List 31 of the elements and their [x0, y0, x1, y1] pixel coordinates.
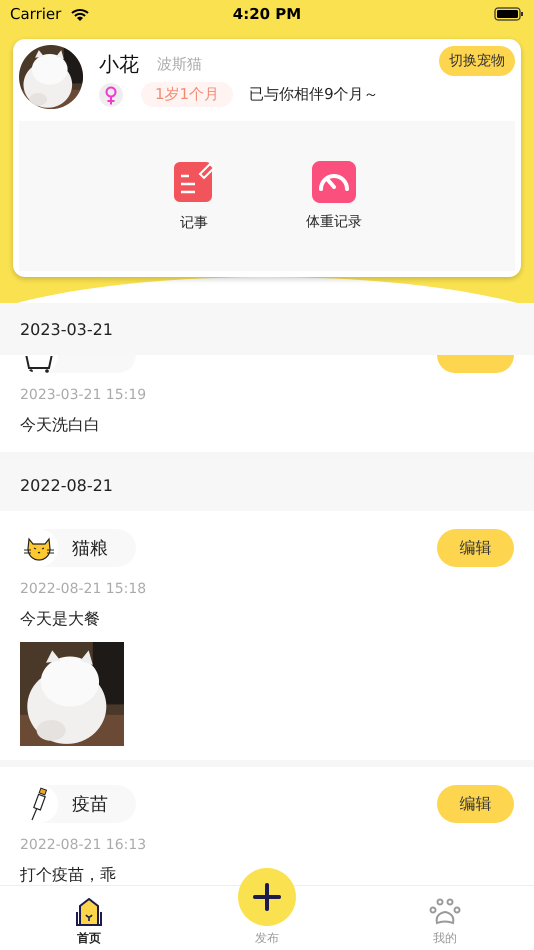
cat-face-icon: [23, 535, 55, 561]
tab-item[interactable]: 首页: [49, 898, 129, 947]
record-text: 打个疫苗，乖: [20, 865, 117, 885]
house-icon: [76, 898, 102, 926]
switch-pet-button[interactable]: 切换宠物: [439, 46, 515, 76]
date-label: 2023-03-21: [20, 320, 113, 338]
edit-button[interactable]: 编辑: [437, 529, 514, 567]
gauge-icon: [312, 161, 356, 203]
record-time: 2022-08-21 15:18: [20, 581, 148, 597]
shortcut-button[interactable]: 记事: [172, 160, 216, 232]
edit-button[interactable]: [437, 355, 514, 373]
wifi-icon: [71, 8, 90, 20]
record-text: 今天洗白白: [20, 415, 101, 436]
pet-breed: 波斯猫: [157, 55, 202, 74]
carrier-label: Carrier: [10, 5, 62, 23]
companion-text: 已与你相伴9个月～: [249, 85, 379, 104]
clock-label: 4:20 PM: [232, 5, 302, 23]
record-time: 2022-08-21 16:13: [20, 837, 148, 853]
date-label: 2022-08-21: [20, 476, 113, 494]
paw-icon: [429, 898, 461, 926]
battery-icon: [494, 7, 524, 21]
edit-button[interactable]: 编辑: [437, 785, 514, 823]
age-badge: 1岁1个月: [141, 82, 234, 107]
record-time: 2023-03-21 15:19: [20, 387, 148, 403]
shortcut-button[interactable]: 体重记录: [306, 161, 362, 231]
record-text: 今天是大餐: [20, 609, 101, 630]
notepad-icon: [172, 160, 216, 204]
category-tag: 猫粮: [20, 529, 136, 567]
pet-name: 小花: [99, 51, 139, 78]
category-tag: 疫苗: [20, 785, 136, 823]
female-icon: [99, 82, 123, 106]
